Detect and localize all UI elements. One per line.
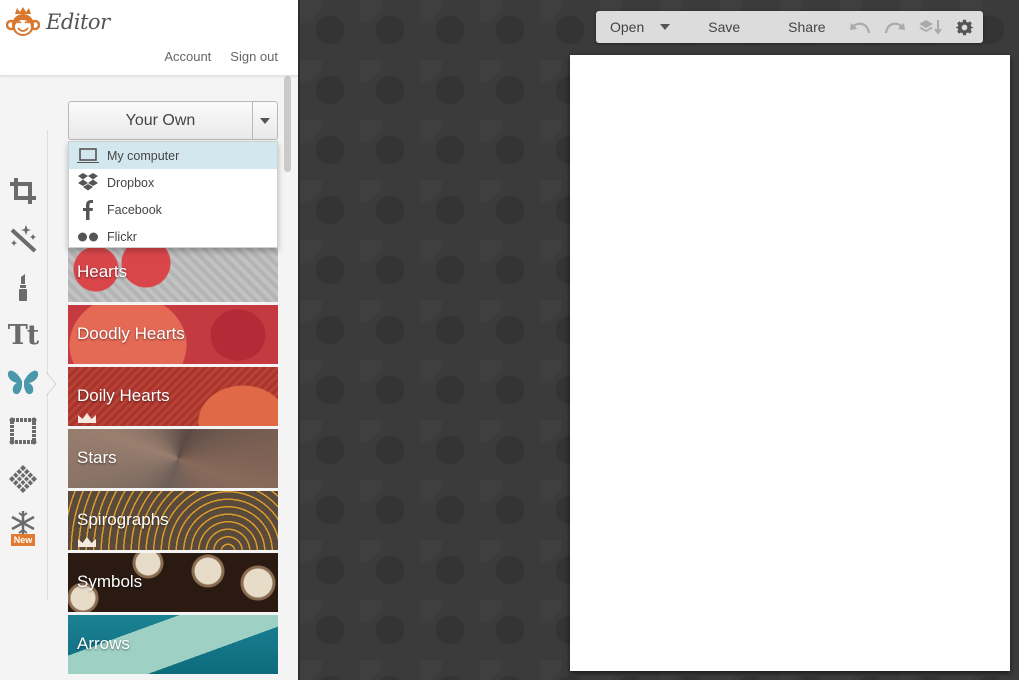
undo-button[interactable] (849, 20, 870, 34)
toolbar: Open Save Share (596, 11, 983, 43)
category-spirographs[interactable]: Spirographs (68, 491, 278, 550)
share-button[interactable]: Share (788, 19, 825, 35)
new-badge: New (10, 533, 36, 546)
source-menu: My computer Dropbox Facebook Flickr (68, 141, 278, 248)
tool-rail: Tt New (0, 130, 48, 600)
open-button[interactable]: Open (610, 19, 644, 35)
monkey-logo-icon (6, 7, 40, 36)
menu-item-my-computer[interactable]: My computer (69, 142, 277, 169)
flickr-icon (78, 232, 98, 241)
category-doodly-hearts[interactable]: Doodly Hearts (68, 305, 278, 364)
texture-icon (9, 465, 37, 493)
layers-button[interactable] (918, 19, 943, 35)
sign-out-link[interactable]: Sign out (230, 49, 278, 64)
source-select[interactable]: Your Own (68, 101, 278, 140)
category-label: Doodly Hearts (77, 324, 185, 343)
tool-effects[interactable] (6, 222, 40, 256)
tool-touch-up[interactable] (6, 270, 40, 304)
menu-item-label: My computer (107, 148, 180, 163)
header-links: Account Sign out (164, 49, 278, 64)
redo-button[interactable] (884, 20, 905, 34)
menu-item-dropbox[interactable]: Dropbox (69, 169, 277, 196)
category-label: Doily Hearts (77, 386, 170, 405)
caret-down-icon (660, 24, 671, 30)
laptop-icon (77, 147, 99, 163)
menu-item-label: Facebook (107, 202, 162, 217)
menu-item-facebook[interactable]: Facebook (69, 196, 277, 223)
tool-textures[interactable] (6, 462, 40, 496)
open-dropdown-toggle[interactable] (660, 24, 671, 30)
active-tool-pointer (46, 372, 57, 396)
category-label: Symbols (77, 572, 143, 591)
account-link[interactable]: Account (164, 49, 211, 64)
premium-crown-icon (78, 537, 96, 547)
tool-crop[interactable] (6, 174, 40, 208)
layers-icon (918, 20, 942, 35)
category-list: Hearts Doodly Hearts Doily Hearts Stars … (68, 243, 278, 677)
dropbox-icon (78, 172, 98, 190)
magic-wand-icon (10, 225, 37, 253)
source-select-toggle[interactable] (253, 102, 277, 139)
tool-seasonal[interactable]: New (6, 508, 40, 548)
category-stars[interactable]: Stars (68, 429, 278, 488)
source-select-value[interactable]: Your Own (69, 102, 253, 139)
settings-button[interactable] (955, 19, 973, 36)
category-arrows[interactable]: Arrows (68, 615, 278, 674)
premium-crown-icon (78, 413, 96, 423)
panel-scrollbar[interactable] (284, 76, 291, 172)
category-hearts[interactable]: Hearts (68, 243, 278, 302)
category-label: Spirographs (77, 510, 169, 529)
menu-item-label: Dropbox (107, 175, 155, 190)
category-label: Arrows (77, 634, 130, 653)
logo[interactable]: Editor (6, 5, 110, 39)
caret-down-icon (260, 117, 270, 124)
facebook-icon (83, 199, 93, 220)
lipstick-icon (19, 274, 27, 301)
undo-icon (849, 22, 870, 33)
tool-frames[interactable] (6, 414, 40, 448)
category-symbols[interactable]: Symbols (68, 553, 278, 612)
header: Editor Account Sign out (0, 0, 298, 76)
app-title: Editor (46, 10, 110, 34)
category-doily-hearts[interactable]: Doily Hearts (68, 367, 278, 426)
text-icon: Tt (7, 319, 40, 351)
crop-icon (10, 178, 36, 204)
gear-icon (955, 19, 973, 35)
tool-text[interactable]: Tt (6, 318, 40, 352)
editor-canvas[interactable] (570, 55, 1010, 671)
category-label: Hearts (77, 262, 128, 281)
frame-icon (9, 417, 37, 445)
menu-item-label: Flickr (107, 229, 137, 244)
save-button[interactable]: Save (708, 19, 740, 35)
left-panel: Editor Account Sign out Tt New Your Own … (0, 0, 298, 680)
snowflake-icon (11, 510, 35, 535)
category-label: Stars (77, 448, 117, 467)
menu-item-flickr[interactable]: Flickr (69, 223, 277, 250)
tool-overlays[interactable] (6, 366, 40, 400)
butterfly-icon (7, 370, 39, 395)
redo-icon (884, 22, 905, 33)
